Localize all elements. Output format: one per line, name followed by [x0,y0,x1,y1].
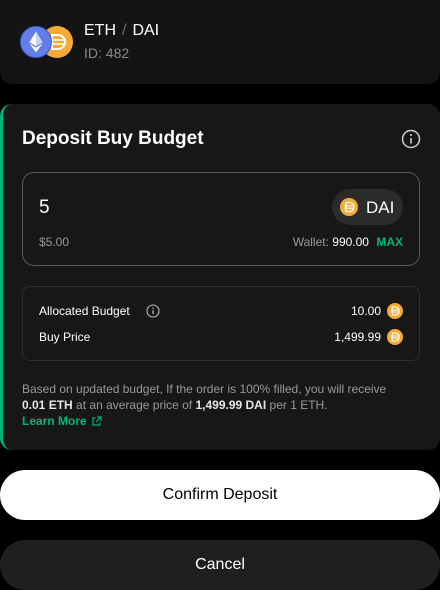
external-link-icon [92,416,102,426]
note-text-c: per 1 ETH. [269,398,328,412]
amount-input[interactable]: 5 [39,197,50,219]
token-label: DAI [366,198,395,217]
allocated-budget-row: Allocated Budget 10.00 [39,302,403,320]
max-button[interactable]: MAX [376,235,403,249]
base-token: ETH [84,22,116,39]
eth-icon [20,26,52,58]
buy-price-value: 1,499.99 [334,330,381,344]
wallet-label: Wallet: [292,235,329,249]
deposit-card: Deposit Buy Budget 5 DAI $5.00 Wallet: 9… [0,104,440,450]
usd-value: $5.00 [39,235,70,249]
buy-price-row: Buy Price 1,499.99 [39,328,403,346]
buy-price-label: Buy Price [39,330,91,344]
card-title: Deposit Buy Budget [22,128,204,149]
allocated-budget-value: 10.00 [350,304,381,318]
wallet-balance: Wallet: 990.00 MAX [293,235,403,249]
cancel-button[interactable]: Cancel [0,540,440,590]
info-icon[interactable] [401,129,421,149]
pair-icons [20,26,74,58]
note-eth-amount: 0.01 ETH [22,398,73,412]
note-text-a: Based on updated budget, If the order is… [22,382,387,396]
wallet-value: 990.00 [332,235,369,249]
confirm-deposit-button[interactable]: Confirm Deposit [0,470,440,520]
amount-input-box[interactable]: 5 DAI $5.00 Wallet: 990.00 MAX [22,172,420,266]
learn-more-label: Learn More [22,414,87,428]
note-text-b: at an average price of [76,398,193,412]
pair-title: ETH / DAI [84,22,159,40]
dai-icon [387,329,403,345]
note-price: 1,499.99 DAI [195,398,267,412]
learn-more-link[interactable]: Learn More [22,414,102,428]
pair-id: ID: 482 [84,45,130,61]
token-selector[interactable]: DAI [332,189,403,225]
order-note: Based on updated budget, If the order is… [22,381,412,413]
pair-header: ETH / DAI ID: 482 [0,0,440,84]
order-summary: Allocated Budget 10.00 Buy Price 1,499.9… [22,286,420,361]
info-icon[interactable] [146,304,160,318]
dai-icon [387,303,403,319]
quote-token: DAI [132,22,160,39]
allocated-budget-label: Allocated Budget [39,304,130,318]
dai-icon [340,198,358,216]
pair-separator: / [122,22,127,39]
